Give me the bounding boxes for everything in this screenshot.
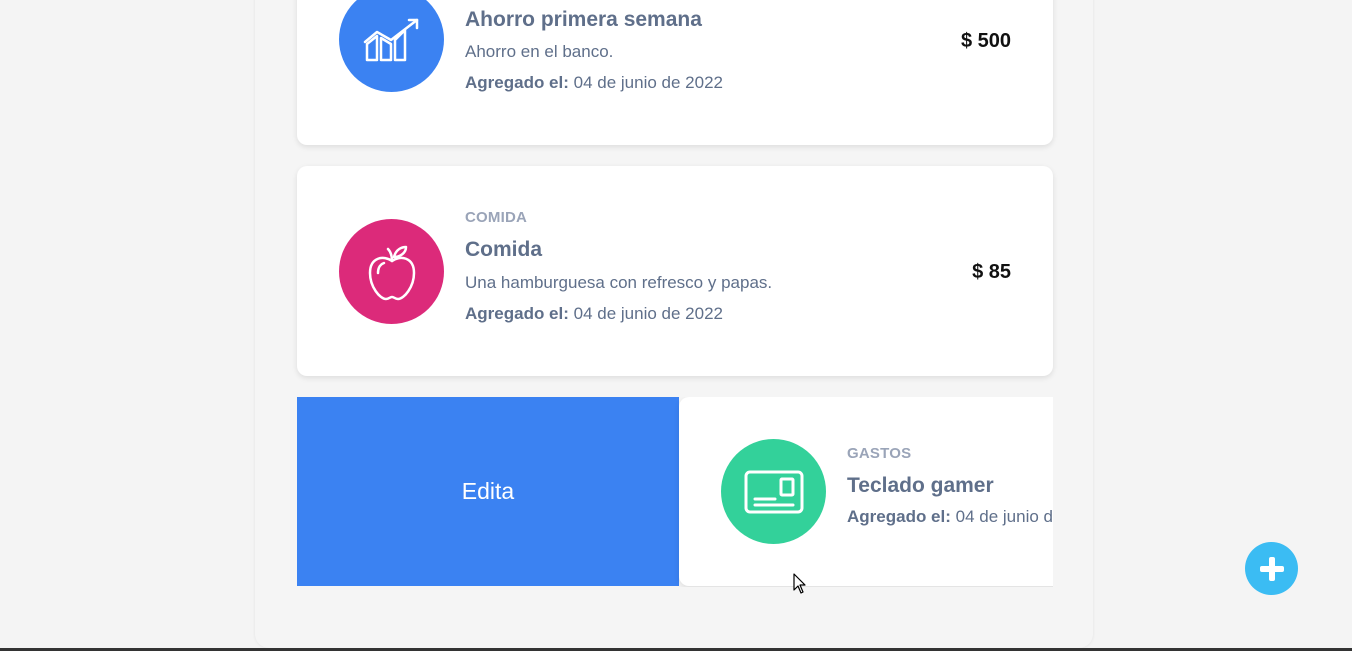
date-label: Agregado el: [465, 304, 569, 323]
transaction-description: Una hamburguesa con refresco y papas. [465, 273, 773, 292]
chart-growth-icon [339, 0, 444, 92]
swipe-row: Edita GASTOS Teclado gamer Agregado el: … [297, 397, 1053, 587]
transaction-amount: $ 500 [960, 30, 1011, 52]
transaction-category: GASTOS [847, 445, 912, 462]
transaction-description: Ahorro en el banco. [465, 42, 614, 61]
transaction-category: COMIDA [465, 209, 528, 226]
transaction-date: Agregado el: 04 de junio de 2022 [847, 507, 1053, 527]
transaction-title: Comida [465, 238, 543, 261]
date-value: 04 de junio de 2022 [573, 304, 723, 323]
add-button[interactable] [1245, 542, 1298, 595]
transaction-title: Teclado gamer [847, 474, 994, 497]
date-label: Agregado el: [465, 73, 569, 92]
date-value: 04 de junio de 2022 [955, 507, 1053, 526]
mouse-cursor-icon [793, 573, 806, 594]
date-value: 04 de junio de 2022 [573, 73, 723, 92]
card-icon [721, 439, 826, 544]
transaction-card[interactable]: GASTOS Teclado gamer Agregado el: 04 de … [679, 397, 1053, 586]
transaction-date: Agregado el: 04 de junio de 2022 [465, 73, 723, 93]
transaction-title: Ahorro primera semana [465, 8, 702, 31]
transaction-amount: $ 85 [972, 261, 1011, 283]
transaction-card[interactable]: Ahorro primera semana Ahorro en el banco… [297, 0, 1053, 145]
transaction-card[interactable]: COMIDA Comida Una hamburguesa con refres… [297, 166, 1053, 376]
transaction-date: Agregado el: 04 de junio de 2022 [465, 304, 723, 324]
edit-button[interactable]: Edita [297, 397, 679, 586]
plus-icon [1259, 556, 1284, 581]
date-label: Agregado el: [847, 507, 951, 526]
apple-icon [339, 219, 444, 324]
